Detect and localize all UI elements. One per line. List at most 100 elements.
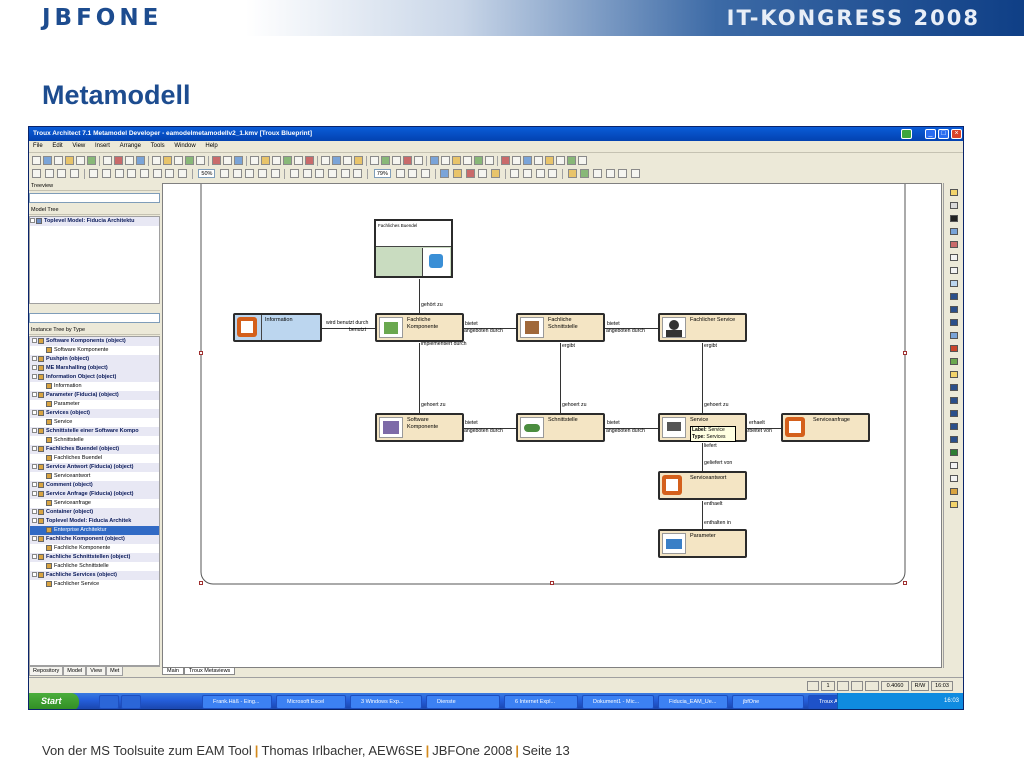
expand-icon[interactable] (32, 554, 37, 560)
taskbar-item[interactable]: Dokument1 - Mic... (582, 695, 654, 709)
palette-object-icon[interactable] (950, 384, 958, 391)
toolbar-button-icon[interactable] (463, 156, 472, 165)
zoom-fit-icon[interactable] (220, 169, 230, 178)
toolbar-button-icon[interactable] (578, 156, 587, 165)
grid-icon[interactable] (302, 169, 312, 178)
palette-object-icon[interactable] (950, 397, 958, 404)
toolbar-button-icon[interactable] (250, 156, 259, 165)
expand-icon[interactable] (32, 518, 37, 524)
toolbar-button-icon[interactable] (223, 156, 232, 165)
menu-help[interactable]: Help (201, 141, 221, 149)
model-tree-root[interactable]: Toplevel Model: Fiducia Architektu (30, 217, 159, 226)
instance-tree-row[interactable]: Information Object (object) (30, 373, 159, 382)
expand-icon[interactable] (32, 464, 37, 470)
palette-object-icon[interactable] (950, 501, 958, 508)
info-icon[interactable] (440, 169, 450, 178)
toolbar-button-icon[interactable] (567, 156, 576, 165)
toolbar-button-icon[interactable] (185, 156, 194, 165)
toolbar-button-icon[interactable] (474, 156, 483, 165)
toolbar-button-icon[interactable] (321, 156, 330, 165)
resize-handle[interactable] (550, 581, 554, 585)
instance-tree-row[interactable]: Service (30, 418, 159, 427)
expand-icon[interactable] (32, 482, 37, 488)
node-parameter[interactable]: Parameter (658, 529, 747, 558)
zoom-fit-icon[interactable] (245, 169, 255, 178)
instance-tree-row[interactable]: Fachliche Services (object) (30, 571, 159, 580)
palette-object-icon[interactable] (950, 228, 958, 235)
palette-object-icon[interactable] (950, 280, 958, 287)
taskbar-item[interactable]: 3 Windows Exp... (350, 695, 422, 709)
palette-object-icon[interactable] (950, 306, 958, 313)
instance-tree-row[interactable]: Serviceantwort (30, 472, 159, 481)
node-fachlicher-service[interactable]: Fachlicher Service (658, 313, 747, 342)
menu-window[interactable]: Window (170, 141, 199, 149)
instance-tree-row[interactable]: Fachliche Komponent (object) (30, 535, 159, 544)
node-serviceantwort[interactable]: Serviceantwort (658, 471, 747, 500)
toolbar-button-icon[interactable] (370, 156, 379, 165)
palette-object-icon[interactable] (950, 358, 958, 365)
toolbar-button-icon[interactable] (534, 156, 543, 165)
toolbar-button-icon[interactable] (343, 156, 352, 165)
toolbar-button-icon[interactable] (136, 156, 145, 165)
expand-icon[interactable] (32, 356, 37, 362)
toolbar-button-icon[interactable] (212, 156, 221, 165)
expand-icon[interactable] (32, 446, 37, 452)
instance-tree-row[interactable]: Parameter (Fiducia) (object) (30, 391, 159, 400)
size-icon[interactable] (178, 169, 188, 178)
view-icon[interactable] (452, 169, 462, 178)
toolbar-button-icon[interactable] (261, 156, 270, 165)
toolbar-button-icon[interactable] (163, 156, 172, 165)
menu-edit[interactable]: Edit (48, 141, 66, 149)
expand-icon[interactable] (32, 410, 37, 416)
model-icon[interactable] (592, 169, 602, 178)
toolbar-button-icon[interactable] (283, 156, 292, 165)
expand-icon[interactable] (32, 491, 37, 497)
toolbar-button-icon[interactable] (354, 156, 363, 165)
instance-tree-row[interactable]: Fachliche Schnittstelle (30, 562, 159, 571)
toolbar-button-icon[interactable] (174, 156, 183, 165)
resize-handle[interactable] (903, 351, 907, 355)
node-fachliche-komponente[interactable]: Fachliche Komponente (375, 313, 464, 342)
node-fachliches-buendel[interactable]: Fachliches Buendel (374, 219, 453, 278)
size-icon[interactable] (165, 169, 175, 178)
zoom-select-2[interactable]: 79% (373, 169, 391, 178)
palette-object-icon[interactable] (950, 332, 958, 339)
toolbar-button-icon[interactable] (152, 156, 161, 165)
layout-icon[interactable] (535, 169, 545, 178)
maximize-icon[interactable]: □ (938, 129, 949, 139)
toolbar-button-icon[interactable] (234, 156, 243, 165)
toolbar-button-icon[interactable] (332, 156, 341, 165)
toolbar-button-icon[interactable] (430, 156, 439, 165)
expand-icon[interactable] (32, 509, 37, 515)
toolbar-button-icon[interactable] (114, 156, 123, 165)
edge-enthaelt[interactable] (702, 501, 703, 529)
instance-tree-row[interactable]: Parameter (30, 400, 159, 409)
instance-tree-row[interactable]: Software Komponente (30, 346, 159, 355)
toolbar-button-icon[interactable] (452, 156, 461, 165)
palette-object-icon[interactable] (950, 449, 958, 456)
edge-ergibt-2[interactable] (702, 343, 703, 415)
align-center-icon[interactable] (44, 169, 54, 178)
instance-tree-row[interactable]: Fachliche Komponente (30, 544, 159, 553)
expand-icon[interactable] (32, 536, 37, 542)
palette-object-icon[interactable] (950, 241, 958, 248)
size-icon[interactable] (152, 169, 162, 178)
grid-icon[interactable] (353, 169, 363, 178)
edge-liefert[interactable] (702, 443, 703, 471)
size-icon[interactable] (102, 169, 112, 178)
align-right-icon[interactable] (57, 169, 67, 178)
treeview-filter-combo[interactable] (29, 193, 160, 203)
grid-icon[interactable] (328, 169, 338, 178)
instance-tree-row[interactable]: Enterprise Architektur (30, 526, 159, 535)
toolbar-button-icon[interactable] (381, 156, 390, 165)
quick-launch[interactable] (99, 695, 119, 709)
model-icon[interactable] (605, 169, 615, 178)
taskbar-item[interactable]: Dienste (426, 695, 500, 709)
taskbar-item[interactable]: Fiducia_EAM_Ue... (658, 695, 728, 709)
tab-main[interactable]: Main (162, 668, 184, 675)
resize-handle[interactable] (199, 351, 203, 355)
toolbar-button-icon[interactable] (103, 156, 112, 165)
zoom-fit-icon[interactable] (270, 169, 280, 178)
instance-tree-row[interactable]: Services (object) (30, 409, 159, 418)
instance-tree-row[interactable]: ME Marshalling (object) (30, 364, 159, 373)
